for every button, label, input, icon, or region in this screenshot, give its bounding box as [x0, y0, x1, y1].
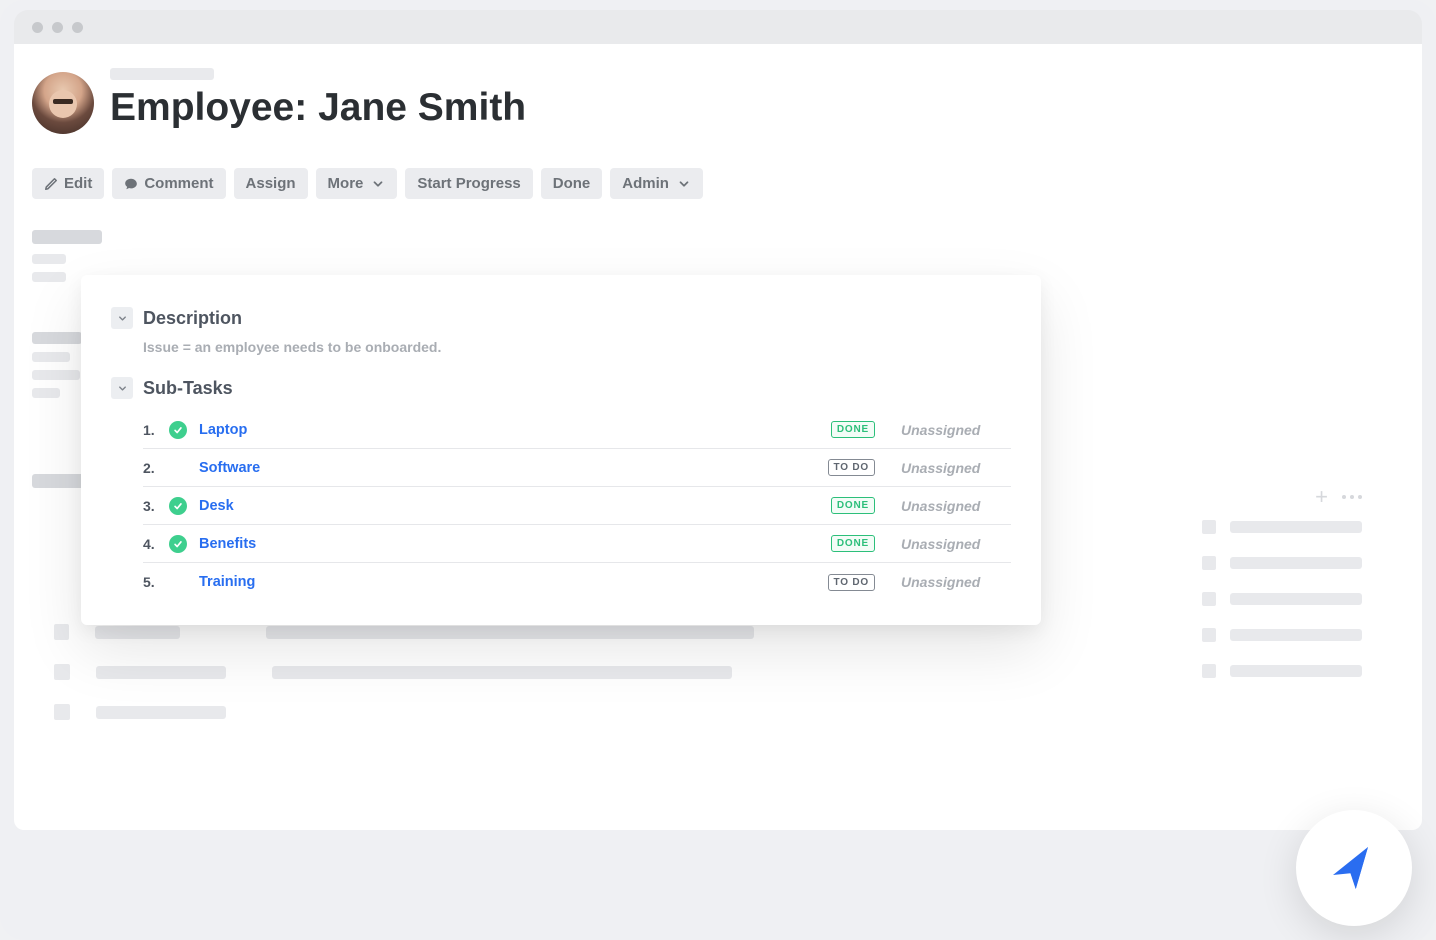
chevron-down-icon: [371, 177, 385, 191]
chevron-down-icon: [117, 383, 128, 394]
detail-card: Description Issue = an employee needs to…: [81, 275, 1041, 625]
check-circle-icon: [169, 497, 187, 515]
more-label: More: [328, 175, 364, 192]
subtask-link[interactable]: Software: [199, 460, 260, 476]
comment-icon: [124, 177, 138, 191]
assignee: Unassigned: [901, 422, 1011, 438]
skeleton: [32, 230, 102, 244]
pencil-icon: [44, 177, 58, 191]
edit-label: Edit: [64, 175, 92, 192]
more-icon[interactable]: [1342, 495, 1362, 499]
skeleton: [32, 272, 66, 282]
subtask-link[interactable]: Laptop: [199, 422, 247, 438]
description-section-header: Description: [81, 307, 1041, 329]
done-label: Done: [553, 175, 591, 192]
subtasks-section-header: Sub-Tasks: [81, 377, 1041, 399]
subtasks-list: 1. Laptop DONE Unassigned 2. Software TO…: [81, 405, 1041, 601]
list-item: [1202, 556, 1362, 570]
list-item: [1202, 520, 1362, 534]
assign-button[interactable]: Assign: [234, 168, 308, 199]
comment-label: Comment: [144, 175, 213, 192]
done-button[interactable]: Done: [541, 168, 603, 199]
check-circle-icon: [169, 573, 187, 591]
assignee: Unassigned: [901, 536, 1011, 552]
skeleton: [32, 254, 66, 264]
traffic-light-minimize[interactable]: [52, 22, 63, 33]
subtask-link[interactable]: Training: [199, 574, 255, 590]
status-badge: DONE: [831, 497, 875, 514]
status-badge: DONE: [831, 535, 875, 552]
collapse-button[interactable]: [111, 377, 133, 399]
header: Employee: Jane Smith: [32, 60, 526, 134]
device-frame: Employee: Jane Smith Edit Comment Assign…: [0, 0, 1436, 940]
more-button[interactable]: More: [316, 168, 398, 199]
list-item: [1202, 592, 1362, 606]
start-progress-button[interactable]: Start Progress: [405, 168, 532, 199]
check-circle-icon: [169, 459, 187, 477]
admin-button[interactable]: Admin: [610, 168, 703, 199]
list-item: [54, 704, 754, 720]
assignee: Unassigned: [901, 574, 1011, 590]
side-panel-list: [1202, 520, 1362, 678]
assignee: Unassigned: [901, 498, 1011, 514]
subtask-number: 1.: [143, 422, 161, 438]
paper-plane-icon: [1326, 840, 1382, 896]
subtask-row[interactable]: 3. Desk DONE Unassigned: [143, 487, 1011, 525]
list-item: [54, 624, 754, 640]
subtask-number: 4.: [143, 536, 161, 552]
page-title: Employee: Jane Smith: [110, 86, 526, 130]
skeleton: [32, 388, 60, 398]
traffic-light-close[interactable]: [32, 22, 43, 33]
list-item: [1202, 628, 1362, 642]
start-progress-label: Start Progress: [417, 175, 520, 192]
chevron-down-icon: [677, 177, 691, 191]
subtask-number: 2.: [143, 460, 161, 476]
skeleton: [32, 352, 70, 362]
subtask-link[interactable]: Desk: [199, 498, 234, 514]
description-body: Issue = an employee needs to be onboarde…: [81, 335, 1041, 377]
app-window: Employee: Jane Smith Edit Comment Assign…: [14, 44, 1422, 830]
traffic-light-zoom[interactable]: [72, 22, 83, 33]
subtask-row[interactable]: 1. Laptop DONE Unassigned: [143, 411, 1011, 449]
check-circle-icon: [169, 535, 187, 553]
toolbar: Edit Comment Assign More Start Progress …: [32, 168, 703, 199]
admin-label: Admin: [622, 175, 669, 192]
subtask-number: 5.: [143, 574, 161, 590]
subtask-number: 3.: [143, 498, 161, 514]
subtask-row[interactable]: 4. Benefits DONE Unassigned: [143, 525, 1011, 563]
subtask-link[interactable]: Benefits: [199, 536, 256, 552]
collapse-button[interactable]: [111, 307, 133, 329]
check-circle-icon: [169, 421, 187, 439]
edit-button[interactable]: Edit: [32, 168, 104, 199]
subtask-row[interactable]: 5. Training TO DO Unassigned: [143, 563, 1011, 601]
skeleton: [32, 332, 82, 344]
skeleton: [32, 370, 80, 380]
chevron-down-icon: [117, 313, 128, 324]
status-badge: DONE: [831, 421, 875, 438]
plus-icon[interactable]: +: [1315, 484, 1328, 510]
window-titlebar: [14, 10, 1422, 44]
subtask-row[interactable]: 2. Software TO DO Unassigned: [143, 449, 1011, 487]
assign-label: Assign: [246, 175, 296, 192]
subtasks-heading: Sub-Tasks: [143, 378, 233, 399]
side-panel-actions: +: [1315, 484, 1362, 510]
description-heading: Description: [143, 308, 242, 329]
list-item: [54, 664, 754, 680]
status-badge: TO DO: [828, 574, 875, 591]
comment-button[interactable]: Comment: [112, 168, 225, 199]
status-badge: TO DO: [828, 459, 875, 476]
list-item: [1202, 664, 1362, 678]
detail-list: [54, 624, 754, 720]
app-launcher-button[interactable]: [1296, 810, 1412, 926]
title-stack: Employee: Jane Smith: [110, 64, 526, 130]
breadcrumb-placeholder: [110, 68, 214, 80]
assignee: Unassigned: [901, 460, 1011, 476]
avatar[interactable]: [32, 72, 94, 134]
